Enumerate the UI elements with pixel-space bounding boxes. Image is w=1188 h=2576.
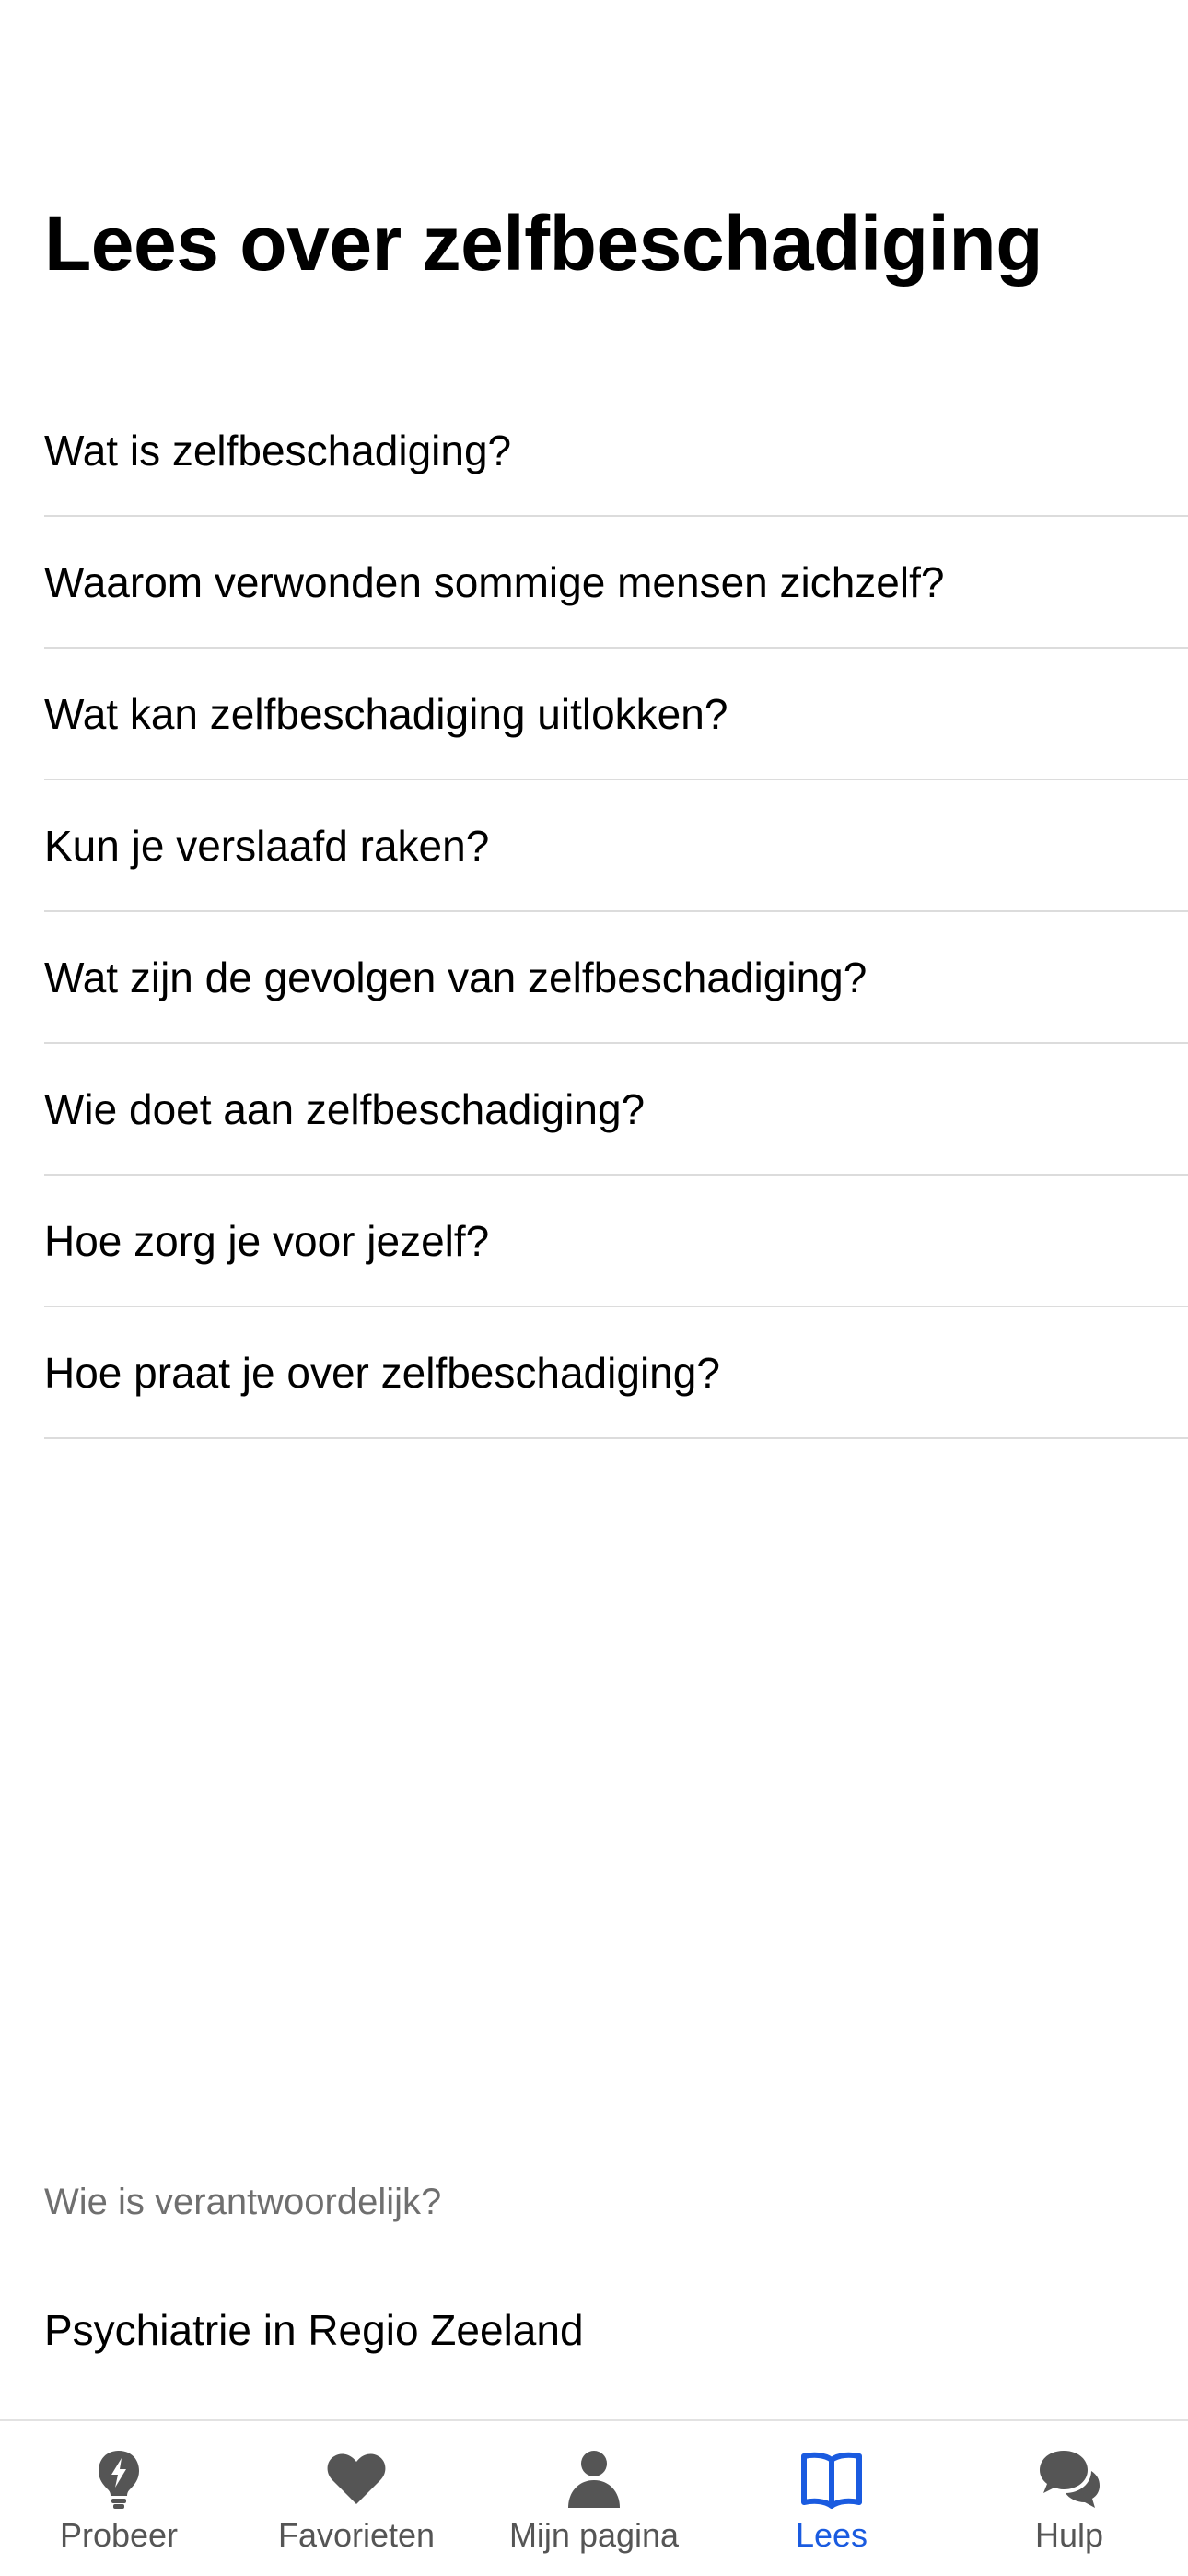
- heart-icon: [323, 2445, 390, 2512]
- list-item[interactable]: Waarom verwonden sommige mensen zichzelf…: [44, 517, 1188, 649]
- book-icon: [798, 2445, 865, 2512]
- tab-label: Hulp: [1034, 2516, 1104, 2554]
- tab-probeer[interactable]: Probeer: [0, 2421, 238, 2576]
- tab-label: Favorieten: [277, 2516, 436, 2554]
- tab-label: Lees: [795, 2516, 868, 2554]
- lightbulb-icon: [86, 2445, 152, 2512]
- list-item[interactable]: Wie doet aan zelfbeschadiging?: [44, 1044, 1188, 1176]
- chat-bubbles-icon: [1036, 2445, 1102, 2512]
- person-icon: [561, 2445, 627, 2512]
- tab-lees[interactable]: Lees: [713, 2421, 950, 2576]
- list-item-label: Waarom verwonden sommige mensen zichzelf…: [44, 557, 945, 606]
- list-item-label: Kun je verslaafd raken?: [44, 821, 490, 870]
- tab-hulp[interactable]: Hulp: [950, 2421, 1188, 2576]
- list-item-label: Wat kan zelfbeschadiging uitlokken?: [44, 689, 728, 738]
- tab-bar: Probeer Favorieten Mijn pagina Lees Hulp: [0, 2419, 1188, 2576]
- tab-label: Mijn pagina: [508, 2516, 680, 2554]
- list-item-label: Wat zijn de gevolgen van zelfbeschadigin…: [44, 953, 868, 1001]
- list-item[interactable]: Hoe praat je over zelfbeschadiging?: [44, 1307, 1188, 1439]
- responsible-organization-link[interactable]: Psychiatrie in Regio Zeeland: [44, 2305, 584, 2355]
- tab-favorieten[interactable]: Favorieten: [238, 2421, 475, 2576]
- list-item[interactable]: Hoe zorg je voor jezelf?: [44, 1176, 1188, 1307]
- list-item[interactable]: Wat zijn de gevolgen van zelfbeschadigin…: [44, 912, 1188, 1044]
- list-item-label: Wie doet aan zelfbeschadiging?: [44, 1084, 646, 1133]
- list-item-label: Wat is zelfbeschadiging?: [44, 426, 512, 474]
- list-item-label: Hoe praat je over zelfbeschadiging?: [44, 1348, 720, 1397]
- list-item[interactable]: Wat kan zelfbeschadiging uitlokken?: [44, 649, 1188, 780]
- tab-label: Probeer: [59, 2516, 179, 2554]
- list-item-label: Hoe zorg je voor jezelf?: [44, 1216, 490, 1265]
- list-item[interactable]: Wat is zelfbeschadiging?: [44, 385, 1188, 517]
- topic-list: Wat is zelfbeschadiging? Waarom verwonde…: [44, 385, 1188, 1439]
- responsible-heading: Wie is verantwoordelijk?: [44, 2182, 442, 2222]
- page-title: Lees over zelfbeschadiging: [44, 200, 1043, 287]
- tab-mijn-pagina[interactable]: Mijn pagina: [475, 2421, 713, 2576]
- list-item[interactable]: Kun je verslaafd raken?: [44, 780, 1188, 912]
